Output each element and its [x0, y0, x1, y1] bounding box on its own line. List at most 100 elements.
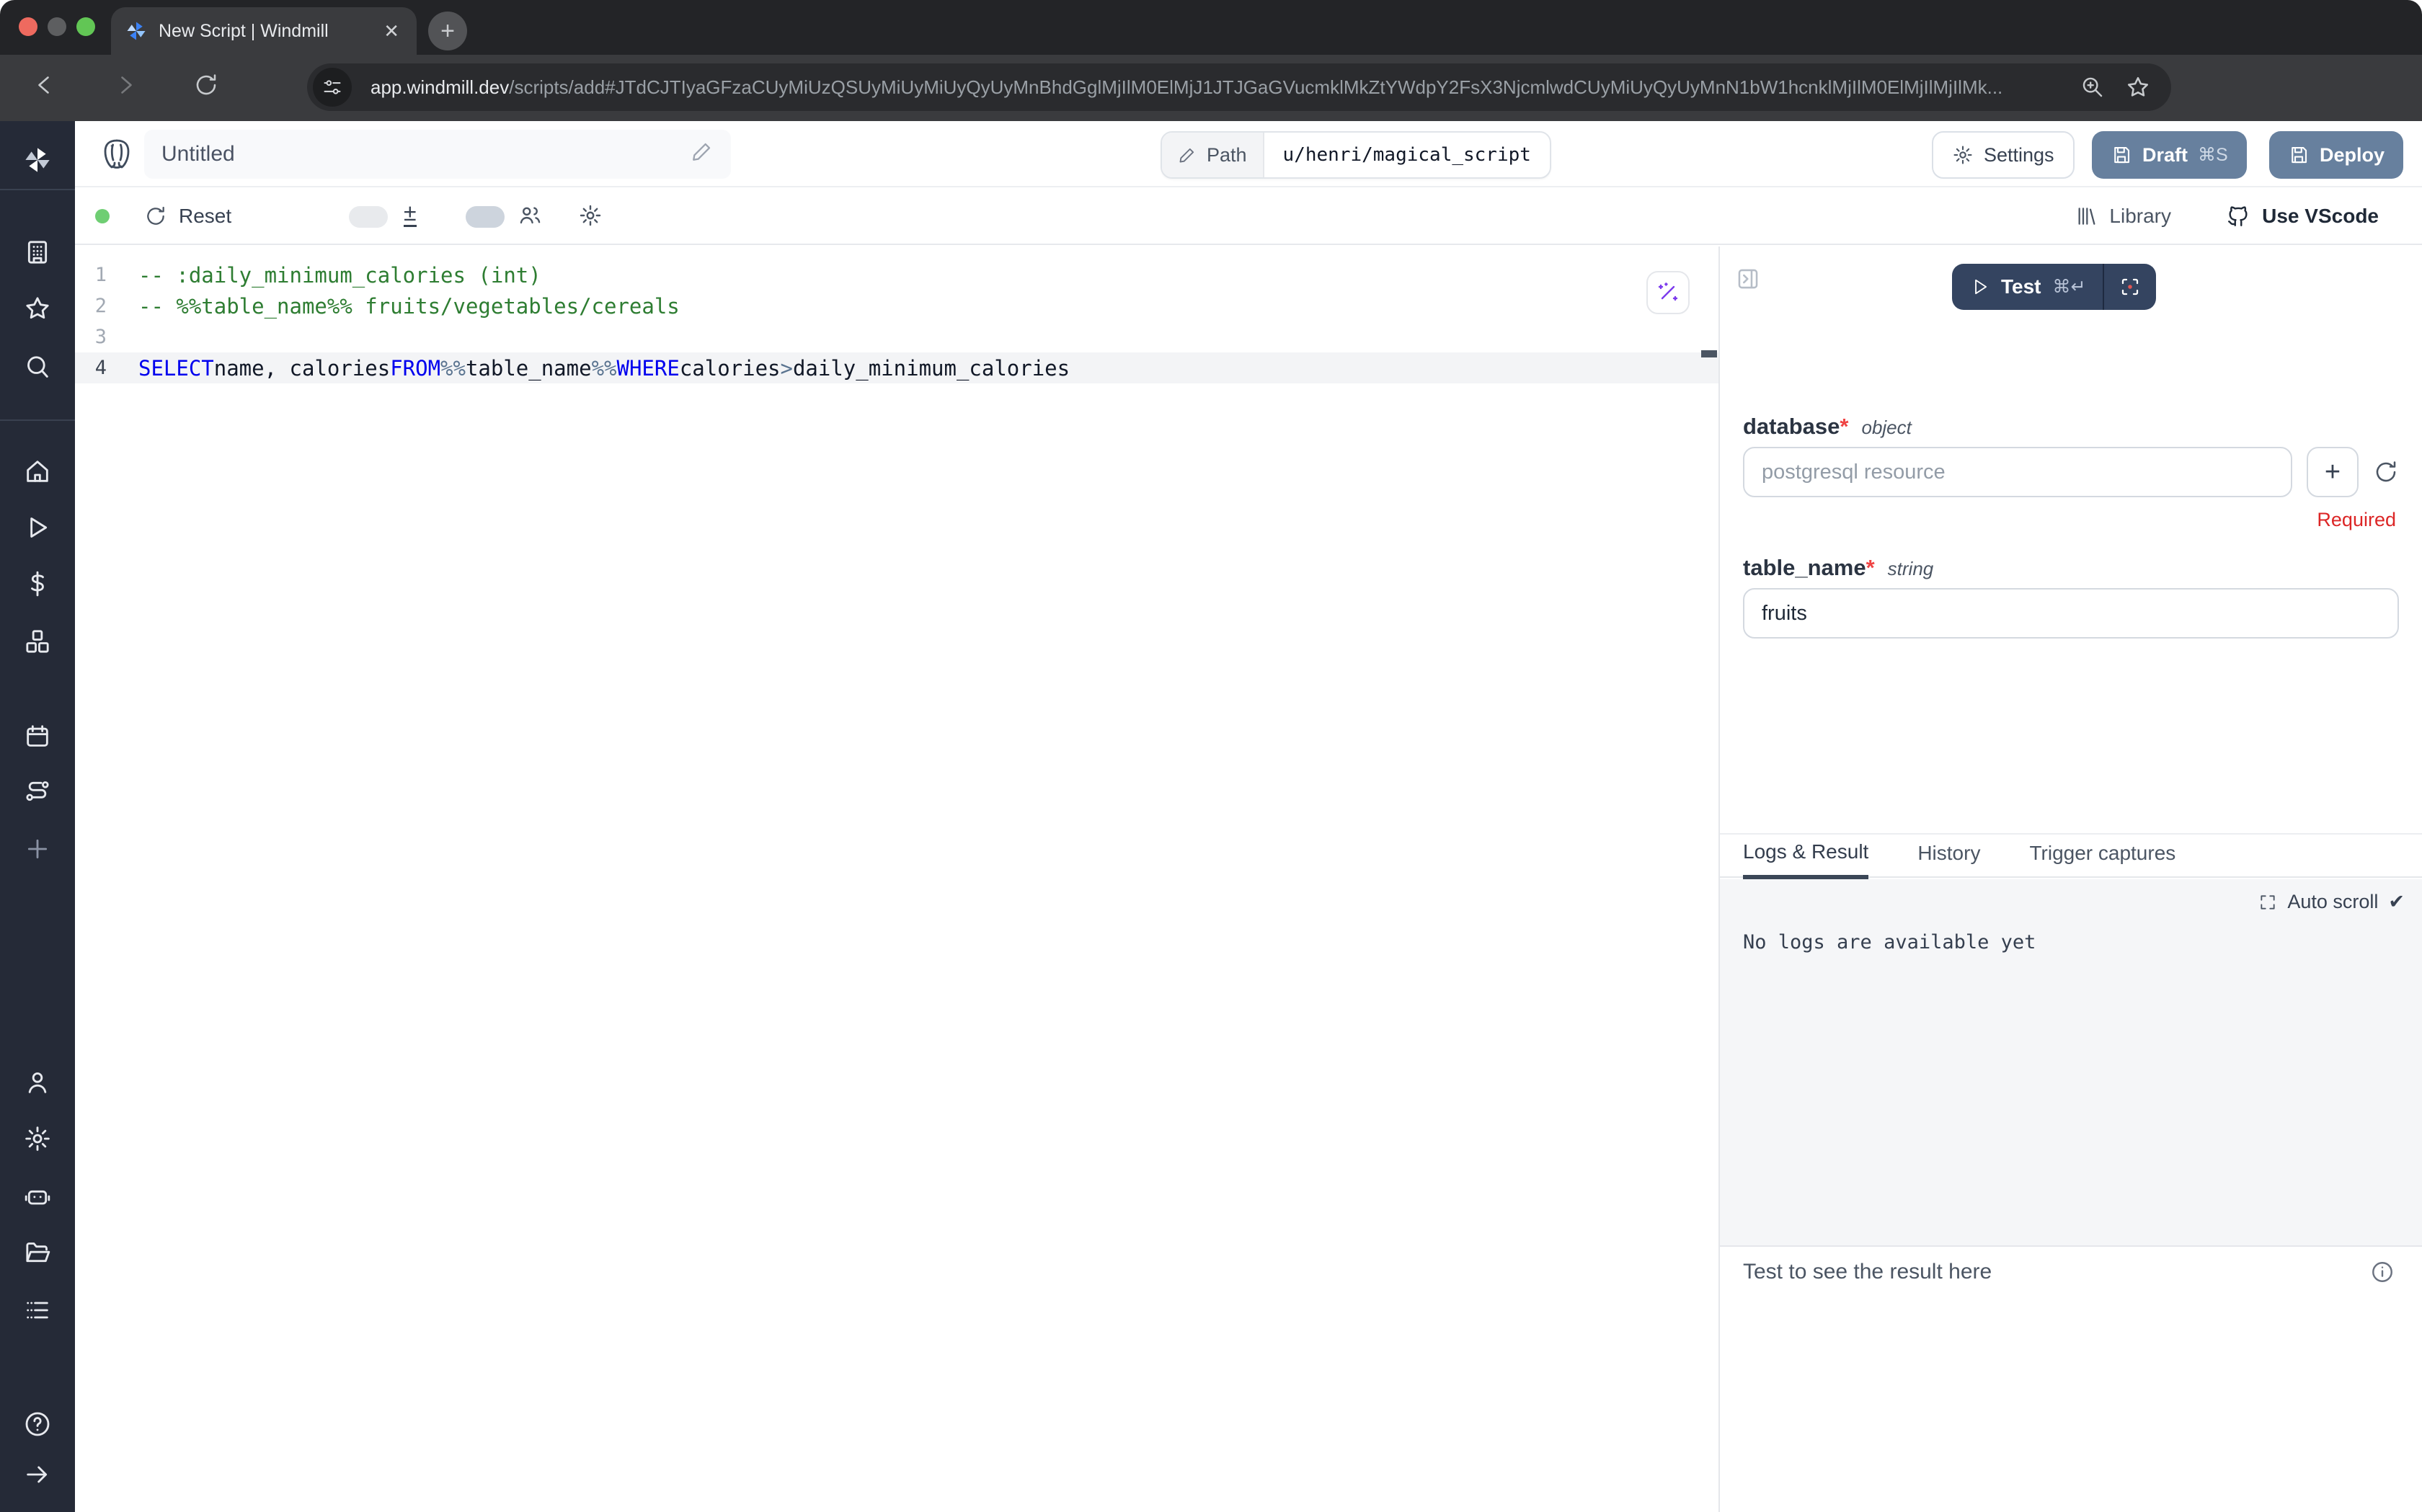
- workspace-icon[interactable]: [23, 238, 52, 267]
- script-topbar: Untitled Path u/henri/magical_script Set…: [75, 121, 2422, 187]
- search-icon[interactable]: [23, 353, 52, 382]
- forward-icon[interactable]: [101, 72, 150, 104]
- test-button[interactable]: Test ⌘↵: [1952, 264, 2103, 310]
- arg-table-name-row: fruits: [1743, 588, 2399, 639]
- window-zoom-button[interactable]: [76, 17, 95, 36]
- reset-label: Reset: [179, 205, 231, 228]
- settings-label: Settings: [1984, 144, 2054, 166]
- refresh-resources-icon[interactable]: [2373, 459, 2399, 485]
- library-label: Library: [2109, 205, 2171, 228]
- sidebar-divider: [0, 189, 75, 190]
- path-label: Path: [1207, 144, 1247, 166]
- expand-sidebar-arrow-icon[interactable]: [23, 1460, 52, 1489]
- test-button-group: Test ⌘↵: [1952, 264, 2156, 310]
- window-minimize-button[interactable]: [48, 17, 66, 36]
- favorites-star-icon[interactable]: [23, 294, 52, 323]
- code-line[interactable]: 1-- :daily_minimum_calories (int): [75, 259, 1718, 290]
- info-icon[interactable]: [2370, 1260, 2395, 1290]
- github-icon: [2226, 204, 2250, 228]
- table-name-input[interactable]: fruits: [1743, 588, 2399, 639]
- schedules-calendar-icon[interactable]: [23, 722, 52, 751]
- bookmark-star-icon[interactable]: [2125, 74, 2151, 100]
- routes-icon[interactable]: [23, 777, 52, 806]
- library-button[interactable]: Library: [2075, 205, 2171, 228]
- reload-icon[interactable]: [182, 72, 231, 104]
- browser-tab[interactable]: New Script | Windmill ✕: [111, 7, 417, 55]
- result-tabs: Logs & Result History Trigger captures: [1720, 833, 2422, 878]
- arg-table-name-label: table_name*string: [1743, 555, 1933, 581]
- runs-play-icon[interactable]: [23, 513, 52, 542]
- window-close-button[interactable]: [19, 17, 37, 36]
- play-icon: [1971, 277, 1990, 296]
- logs-empty-text: No logs are available yet: [1743, 931, 2036, 953]
- url-bar[interactable]: app.windmill.dev/scripts/add#JTdCJTIyaGF…: [307, 63, 2171, 111]
- status-green-dot: [95, 209, 110, 223]
- users-icon[interactable]: [23, 1068, 52, 1097]
- settings-gear-icon[interactable]: [23, 1124, 52, 1153]
- new-tab-button[interactable]: +: [428, 12, 467, 50]
- scrollbar-overview-mark: [1701, 350, 1717, 357]
- editor-toolbar: Reset ± Library Use VScode: [75, 189, 2422, 245]
- capture-run-button[interactable]: [2104, 264, 2156, 310]
- auto-scroll-label: Auto scroll: [2287, 891, 2378, 913]
- ai-assistant-button[interactable]: [1646, 271, 1690, 314]
- script-summary-value: Untitled: [161, 142, 235, 166]
- capture-frame-icon: [2119, 276, 2141, 298]
- logs-area: Auto scroll ✔ No logs are available yet: [1720, 879, 2422, 1247]
- test-label: Test: [2001, 275, 2041, 298]
- windmill-logo[interactable]: [23, 146, 52, 174]
- tab-trigger-captures[interactable]: Trigger captures: [2029, 842, 2175, 876]
- tab-title: New Script | Windmill: [159, 21, 381, 42]
- draft-label: Draft: [2142, 144, 2188, 166]
- checkmark-icon: ✔: [2388, 891, 2405, 913]
- multiplayer-toggle[interactable]: [466, 206, 505, 228]
- database-placeholder: postgresql resource: [1762, 461, 1946, 484]
- code-line[interactable]: 2-- %%table_name%% fruits/vegetables/cer…: [75, 290, 1718, 321]
- draft-button[interactable]: Draft ⌘S: [2092, 131, 2247, 179]
- auto-scroll-toggle[interactable]: Auto scroll ✔: [2258, 891, 2405, 913]
- code-line[interactable]: 4SELECT name, calories FROM %%table_name…: [75, 352, 1718, 383]
- test-panel: Test ⌘↵ database*object: [1720, 246, 2422, 1512]
- postgresql-icon: [99, 137, 134, 177]
- workers-robot-icon[interactable]: [23, 1182, 52, 1211]
- reset-button[interactable]: Reset: [144, 205, 231, 228]
- variables-dollar-icon[interactable]: [23, 569, 52, 598]
- diff-mode-toggle[interactable]: [349, 206, 388, 228]
- path-chip[interactable]: Path u/henri/magical_script: [1161, 131, 1551, 179]
- tab-history[interactable]: History: [1917, 842, 1980, 876]
- back-icon[interactable]: [20, 72, 69, 104]
- settings-button[interactable]: Settings: [1932, 131, 2075, 179]
- arg-database-label: database*object: [1743, 414, 1912, 440]
- script-summary-input[interactable]: Untitled: [144, 130, 731, 179]
- diff-icon: ±: [404, 200, 417, 227]
- code-line[interactable]: 3: [75, 321, 1718, 352]
- site-settings-icon[interactable]: [313, 68, 352, 107]
- sidebar-divider: [0, 419, 75, 421]
- tab-logs-result[interactable]: Logs & Result: [1743, 840, 1868, 879]
- code-lines[interactable]: 1-- :daily_minimum_calories (int)2-- %%t…: [75, 259, 1718, 383]
- multiplayer-users-icon: [518, 203, 542, 234]
- collapse-panel-icon[interactable]: [1736, 267, 1760, 297]
- resources-boxes-icon[interactable]: [23, 627, 52, 656]
- save-icon: [2111, 144, 2132, 166]
- zoom-icon[interactable]: [2080, 75, 2105, 99]
- test-shortcut: ⌘↵: [2053, 276, 2086, 298]
- edit-pencil-icon[interactable]: [691, 140, 714, 169]
- browser-toolbar: app.windmill.dev/scripts/add#JTdCJTIyaGF…: [0, 55, 2422, 121]
- add-resource-button[interactable]: +: [2307, 447, 2359, 497]
- required-note: Required: [2317, 509, 2396, 531]
- tab-close-icon[interactable]: ✕: [381, 20, 402, 43]
- code-editor[interactable]: 1-- :daily_minimum_calories (int)2-- %%t…: [75, 246, 1720, 1512]
- home-icon[interactable]: [23, 457, 52, 486]
- deploy-button[interactable]: Deploy: [2269, 131, 2403, 179]
- save-icon: [2288, 144, 2310, 166]
- editor-settings-gear-icon[interactable]: [578, 203, 603, 234]
- use-vscode-label: Use VScode: [2262, 205, 2379, 228]
- use-vscode-button[interactable]: Use VScode: [2226, 204, 2379, 228]
- audit-logs-icon[interactable]: [23, 1296, 52, 1325]
- browser-chrome: New Script | Windmill ✕ + app.windmill.d…: [0, 0, 2422, 121]
- folders-icon[interactable]: [23, 1238, 52, 1267]
- database-resource-input[interactable]: postgresql resource: [1743, 447, 2292, 497]
- add-plus-icon[interactable]: [23, 835, 52, 863]
- help-icon[interactable]: [23, 1410, 52, 1438]
